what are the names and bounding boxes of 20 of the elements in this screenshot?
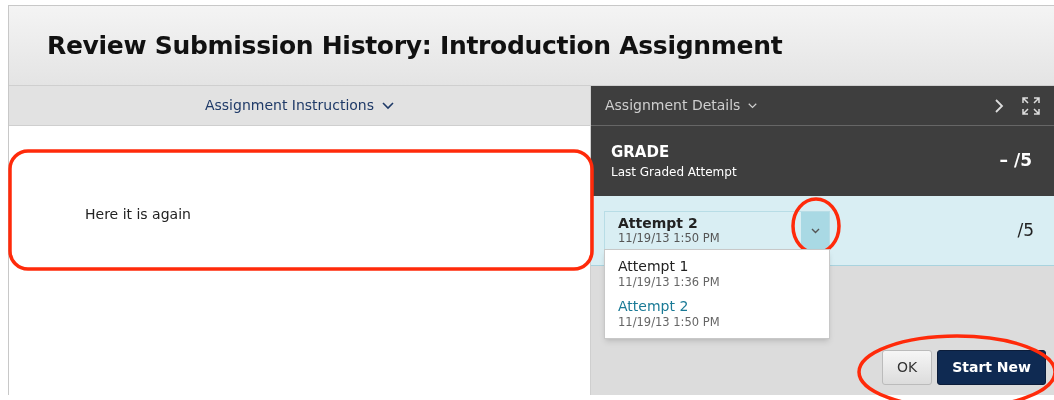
chevron-down-icon xyxy=(382,101,395,110)
start-new-button[interactable]: Start New xyxy=(937,350,1046,385)
instructions-text: Here it is again xyxy=(85,205,192,224)
chevron-down-icon xyxy=(748,101,758,110)
attempt-title: Attempt 2 xyxy=(618,215,699,231)
attempt-date: 11/19/13 1:50 PM xyxy=(618,231,721,246)
expand-icon[interactable] xyxy=(1022,96,1040,115)
attempt-menu-item[interactable]: Attempt 1 11/19/13 1:36 PM xyxy=(605,254,829,294)
chevron-right-icon[interactable] xyxy=(994,97,1004,114)
grade-sublabel: Last Graded Attempt xyxy=(611,164,737,182)
attempt-score: /5 xyxy=(1017,218,1034,242)
attempt-menu-item[interactable]: Attempt 2 11/19/13 1:50 PM xyxy=(605,294,829,334)
details-header[interactable]: Assignment Details xyxy=(605,95,758,116)
instructions-header[interactable]: Assignment Instructions xyxy=(9,86,590,126)
ok-button[interactable]: OK xyxy=(881,350,933,385)
dropdown-toggle[interactable] xyxy=(801,211,829,250)
window-title: Review Submission History: Introduction Assignment xyxy=(47,29,783,62)
grade-score: – /5 xyxy=(999,149,1032,173)
grade-label: GRADE xyxy=(611,141,671,163)
caret-icon xyxy=(810,227,820,234)
